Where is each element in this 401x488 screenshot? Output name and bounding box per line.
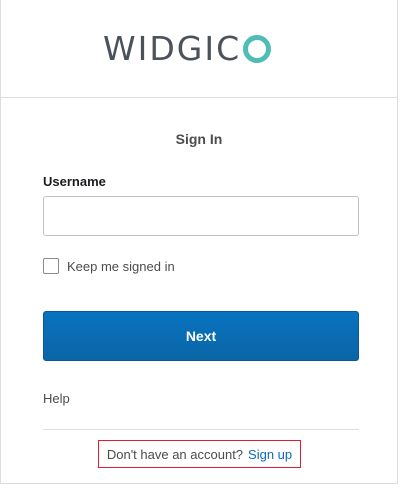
help-link[interactable]: Help: [43, 391, 70, 406]
no-account-text: Don't have an account?: [106, 446, 244, 462]
header: WIDGIC: [1, 0, 397, 98]
username-input[interactable]: [43, 196, 359, 236]
logo-circle-icon: [243, 35, 272, 63]
signup-prompt: Don't have an account? Sign up: [98, 440, 301, 468]
next-button[interactable]: Next: [43, 311, 359, 361]
keep-signed-in-checkbox[interactable]: [43, 258, 59, 274]
logo-wordmark: WIDGIC: [103, 29, 242, 68]
divider: [43, 429, 359, 430]
keep-signed-in-row[interactable]: Keep me signed in: [43, 258, 175, 274]
sign-up-link[interactable]: Sign up: [248, 447, 292, 462]
username-label: Username: [43, 174, 106, 189]
sign-in-card: WIDGIC Sign In Username Keep me signed i…: [0, 0, 398, 484]
page-title: Sign In: [175, 131, 223, 147]
widgico-logo: WIDGIC: [103, 29, 272, 69]
keep-signed-in-label[interactable]: Keep me signed in: [67, 259, 175, 274]
